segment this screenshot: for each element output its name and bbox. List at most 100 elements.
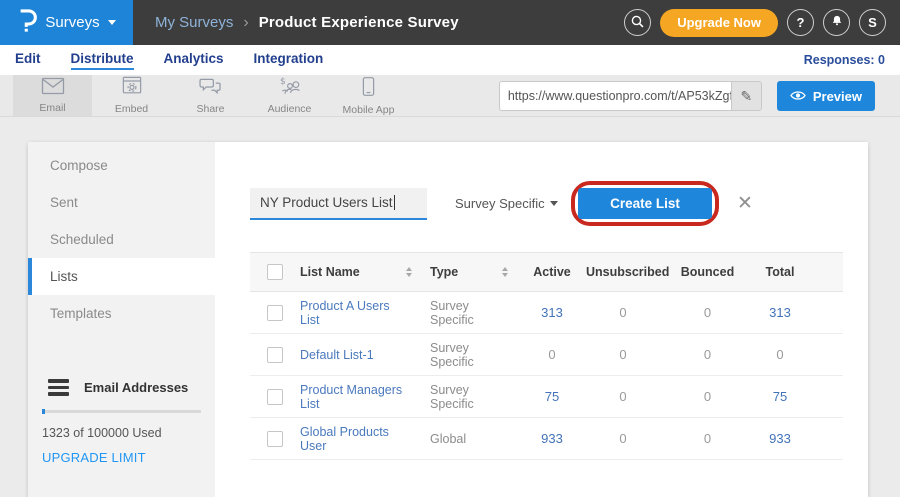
sidebar-item-lists[interactable]: Lists xyxy=(28,258,215,295)
toolbar-item-embed[interactable]: Embed xyxy=(92,75,171,116)
search-button[interactable] xyxy=(624,9,651,36)
header-actions: Upgrade Now ? S xyxy=(624,9,886,37)
questionpro-app: Surveys My Surveys › Product Experience … xyxy=(0,0,900,117)
chevron-down-icon xyxy=(550,201,558,206)
email-usage-progress xyxy=(42,410,201,413)
top-header: Surveys My Surveys › Product Experience … xyxy=(0,0,900,45)
upgrade-limit-link[interactable]: UPGRADE LIMIT xyxy=(42,450,146,465)
total-count: 933 xyxy=(755,431,805,446)
distribute-toolbar: Email Embed Share xyxy=(0,75,900,117)
email-addresses-section: Email Addresses 1323 of 100000 Used UPGR… xyxy=(28,379,215,467)
avatar-button[interactable]: S xyxy=(859,9,886,36)
column-unsubscribed: Unsubscribed xyxy=(586,265,660,279)
list-name-link[interactable]: Product A Users List xyxy=(300,299,412,327)
column-type[interactable]: Type xyxy=(422,265,518,279)
list-name-value: NY Product Users List xyxy=(260,195,393,210)
sidebar-item-compose[interactable]: Compose xyxy=(28,147,215,184)
questionpro-logo-icon xyxy=(17,7,37,38)
list-type: Survey Specific xyxy=(430,299,508,327)
pencil-icon: ✎ xyxy=(740,88,752,104)
toolbar-item-mobile-app[interactable]: Mobile App xyxy=(329,75,408,116)
row-checkbox[interactable] xyxy=(267,347,283,363)
section-tabs: Edit Distribute Analytics Integration Re… xyxy=(0,45,900,75)
row-checkbox[interactable] xyxy=(267,305,283,321)
table-row: Product A Users List Survey Specific 313… xyxy=(250,292,843,334)
toolbar-item-label: Email xyxy=(39,102,65,114)
share-icon xyxy=(199,76,222,101)
toolbar-item-email[interactable]: Email xyxy=(13,75,92,116)
bounced-count: 0 xyxy=(660,389,755,404)
svg-text:$: $ xyxy=(280,77,286,87)
survey-url-input[interactable]: https://www.questionpro.com/t/AP53kZgfo … xyxy=(499,81,762,111)
active-count: 75 xyxy=(518,389,586,404)
survey-link-group: https://www.questionpro.com/t/AP53kZgfo … xyxy=(499,75,900,117)
table-row: Default List-1 Survey Specific 0 0 0 0 xyxy=(250,334,843,376)
list-type: Global xyxy=(430,432,466,446)
active-count: 0 xyxy=(518,347,586,362)
close-form-button[interactable]: ✕ xyxy=(737,194,753,213)
list-icon xyxy=(48,379,69,396)
list-name-input[interactable]: NY Product Users List xyxy=(250,188,427,220)
table-header-row: List Name Type Active Unsubscribed Bounc… xyxy=(250,252,843,292)
sidebar-item-sent[interactable]: Sent xyxy=(28,184,215,221)
tab-edit[interactable]: Edit xyxy=(15,51,41,70)
active-count: 933 xyxy=(518,431,586,446)
preview-button-label: Preview xyxy=(813,89,862,104)
bounced-count: 0 xyxy=(660,431,755,446)
list-type: Survey Specific xyxy=(430,383,508,411)
toolbar-item-audience[interactable]: $ Audience xyxy=(250,75,329,116)
tab-analytics[interactable]: Analytics xyxy=(164,51,224,70)
total-count: 0 xyxy=(755,347,805,362)
list-name-link[interactable]: Global Products User xyxy=(300,425,412,453)
email-lists-panel: Compose Sent Scheduled Lists Templates E… xyxy=(28,142,868,497)
toolbar-item-share[interactable]: Share xyxy=(171,75,250,116)
unsubscribed-count: 0 xyxy=(586,305,660,320)
column-bounced: Bounced xyxy=(660,265,755,279)
sidebar-item-scheduled[interactable]: Scheduled xyxy=(28,221,215,258)
surveys-menu[interactable]: Surveys xyxy=(0,0,133,45)
total-count: 75 xyxy=(755,389,805,404)
preview-button[interactable]: Preview xyxy=(777,81,875,111)
email-icon xyxy=(41,77,65,100)
select-all-checkbox[interactable] xyxy=(267,264,283,280)
unsubscribed-count: 0 xyxy=(586,389,660,404)
eye-icon xyxy=(790,89,806,104)
column-total: Total xyxy=(755,265,805,279)
email-usage-text: 1323 of 100000 Used xyxy=(42,426,201,440)
sort-icon xyxy=(406,267,412,277)
breadcrumb-my-surveys[interactable]: My Surveys xyxy=(155,14,233,31)
list-type-value: Survey Specific xyxy=(455,196,545,211)
mobile-app-icon xyxy=(362,76,375,102)
column-list-name[interactable]: List Name xyxy=(292,265,422,279)
surveys-menu-label: Surveys xyxy=(45,14,99,31)
sidebar-item-templates[interactable]: Templates xyxy=(28,295,215,332)
list-type: Survey Specific xyxy=(430,341,508,369)
lists-table: List Name Type Active Unsubscribed Bounc… xyxy=(250,252,843,460)
unsubscribed-count: 0 xyxy=(586,347,660,362)
embed-icon xyxy=(121,76,143,101)
toolbar-item-label: Mobile App xyxy=(343,104,395,116)
list-name-link[interactable]: Default List-1 xyxy=(300,348,374,362)
audience-icon: $ xyxy=(278,76,302,101)
email-sidebar: Compose Sent Scheduled Lists Templates E… xyxy=(28,142,215,497)
list-type-select[interactable]: Survey Specific xyxy=(455,196,558,211)
list-name-link[interactable]: Product Managers List xyxy=(300,383,412,411)
page-title: Product Experience Survey xyxy=(259,14,459,31)
toolbar-item-label: Audience xyxy=(268,103,312,115)
toolbar-item-label: Share xyxy=(196,103,224,115)
bounced-count: 0 xyxy=(660,347,755,362)
chevron-down-icon xyxy=(108,20,116,25)
tab-integration[interactable]: Integration xyxy=(254,51,324,70)
create-list-button[interactable]: Create List xyxy=(578,188,712,219)
breadcrumb: My Surveys › Product Experience Survey xyxy=(155,14,459,31)
tab-distribute[interactable]: Distribute xyxy=(71,51,134,70)
toolbar-item-label: Embed xyxy=(115,103,148,115)
upgrade-now-button[interactable]: Upgrade Now xyxy=(660,9,778,37)
row-checkbox[interactable] xyxy=(267,389,283,405)
total-count: 313 xyxy=(755,305,805,320)
notifications-button[interactable] xyxy=(823,9,850,36)
active-count: 313 xyxy=(518,305,586,320)
help-button[interactable]: ? xyxy=(787,9,814,36)
row-checkbox[interactable] xyxy=(267,431,283,447)
edit-url-button[interactable]: ✎ xyxy=(731,82,761,110)
